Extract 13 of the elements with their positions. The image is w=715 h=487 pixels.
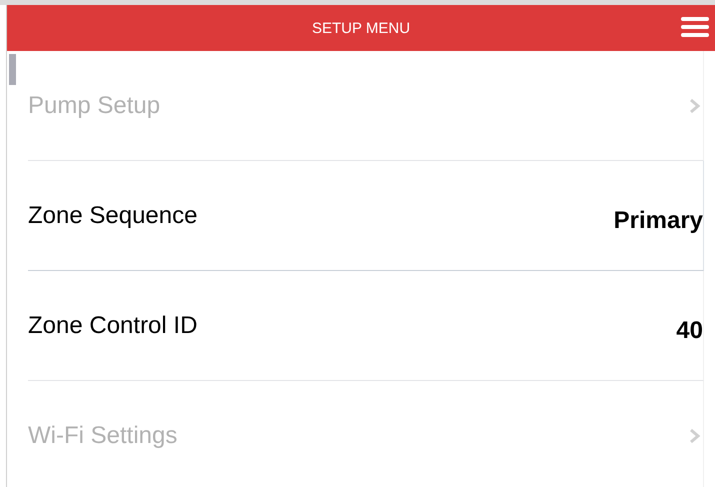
title: SETUP MENU xyxy=(312,20,410,36)
row-label: Wi-Fi Settings xyxy=(28,422,178,450)
chevron-icon xyxy=(689,428,701,444)
menu-row[interactable]: Zone Sequence Primary xyxy=(28,161,704,271)
row-label: Zone Sequence xyxy=(28,202,198,230)
chevron-icon xyxy=(689,98,701,114)
menu-button[interactable] xyxy=(681,17,709,37)
menu-row[interactable]: Zone Control ID 40 xyxy=(28,271,704,381)
scrollbar-thumb[interactable] xyxy=(9,54,16,85)
setting-value: 40 xyxy=(676,316,703,344)
setting-value: Primary xyxy=(614,206,703,234)
row-label: Pump Setup xyxy=(28,92,160,120)
row-label: Zone Control ID xyxy=(28,312,198,340)
